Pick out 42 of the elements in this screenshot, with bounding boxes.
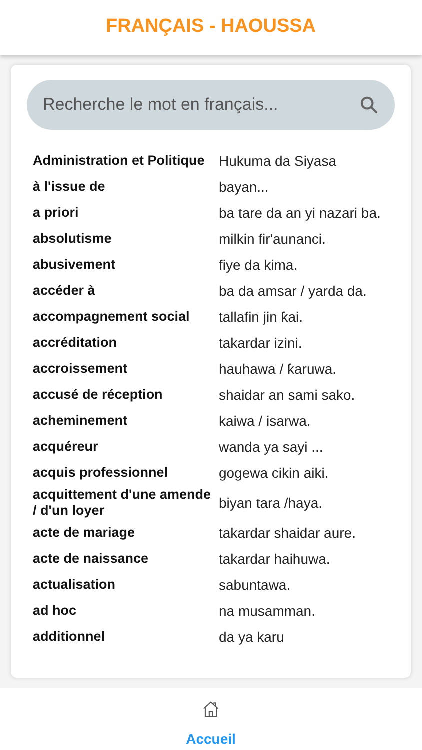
french-term: acte de mariage: [33, 525, 136, 541]
home-tab[interactable]: Accueil: [186, 688, 236, 750]
french-term: accréditation: [33, 335, 118, 351]
french-term: accéder à: [33, 283, 96, 299]
french-term: ad hoc: [33, 603, 78, 619]
french-term: à l'issue de: [33, 179, 106, 195]
hausa-translation: na musamman.: [219, 603, 316, 619]
french-term: accompagnement social: [33, 309, 191, 325]
hausa-translation: shaidar an sami sako.: [219, 387, 356, 403]
french-term: acquis professionnel: [33, 465, 170, 481]
french-term: abusivement: [33, 257, 117, 273]
hausa-translation: hauhawa / ƙaruwa.: [219, 361, 337, 377]
hausa-translation: biyan tara /haya.: [219, 495, 323, 511]
french-term: Administration et Politique: [33, 153, 206, 169]
search-field[interactable]: Recherche le mot en français...: [27, 80, 395, 130]
french-term: accusé de réception: [33, 387, 164, 403]
french-term: accroissement: [33, 361, 129, 377]
hausa-translation: bayan...: [219, 179, 269, 195]
hausa-translation: kaiwa / isarwa.: [219, 413, 311, 429]
hausa-translation: wanda ya sayi ...: [219, 439, 324, 455]
hausa-translation: takardar haihuwa.: [219, 551, 330, 567]
hausa-translation: tallafin jin ƙai.: [219, 309, 304, 325]
hausa-translation: gogewa cikin aiki.: [219, 465, 329, 481]
french-term: additionnel: [33, 629, 106, 645]
french-term: a priori: [33, 205, 80, 221]
french-term: acheminement: [33, 413, 129, 429]
hausa-translation: takardar shaidar aure.: [219, 525, 356, 541]
french-term: absolutisme: [33, 231, 113, 247]
hausa-translation: Hukuma da Siyasa: [219, 153, 337, 169]
hausa-translation: ba tare da an yi nazari ba.: [219, 205, 381, 221]
hausa-translation: fiye da kima.: [219, 257, 298, 273]
french-term: acquittement d'une amende / d'un loyer: [33, 487, 212, 519]
hausa-translation: ba da amsar / yarda da.: [219, 283, 367, 299]
hausa-translation: takardar izini.: [219, 335, 302, 351]
french-term: acte de naissance: [33, 551, 150, 567]
hausa-translation: da ya karu: [219, 629, 284, 645]
hausa-translation: sabuntawa.: [219, 577, 291, 593]
french-term: actualisation: [33, 577, 117, 593]
app-title: FRANÇAIS - HAOUSSA: [106, 15, 316, 40]
french-term: acquéreur: [33, 439, 100, 455]
search-icon[interactable]: [359, 95, 379, 115]
hausa-translation: milkin fir'aunanci.: [219, 231, 326, 247]
